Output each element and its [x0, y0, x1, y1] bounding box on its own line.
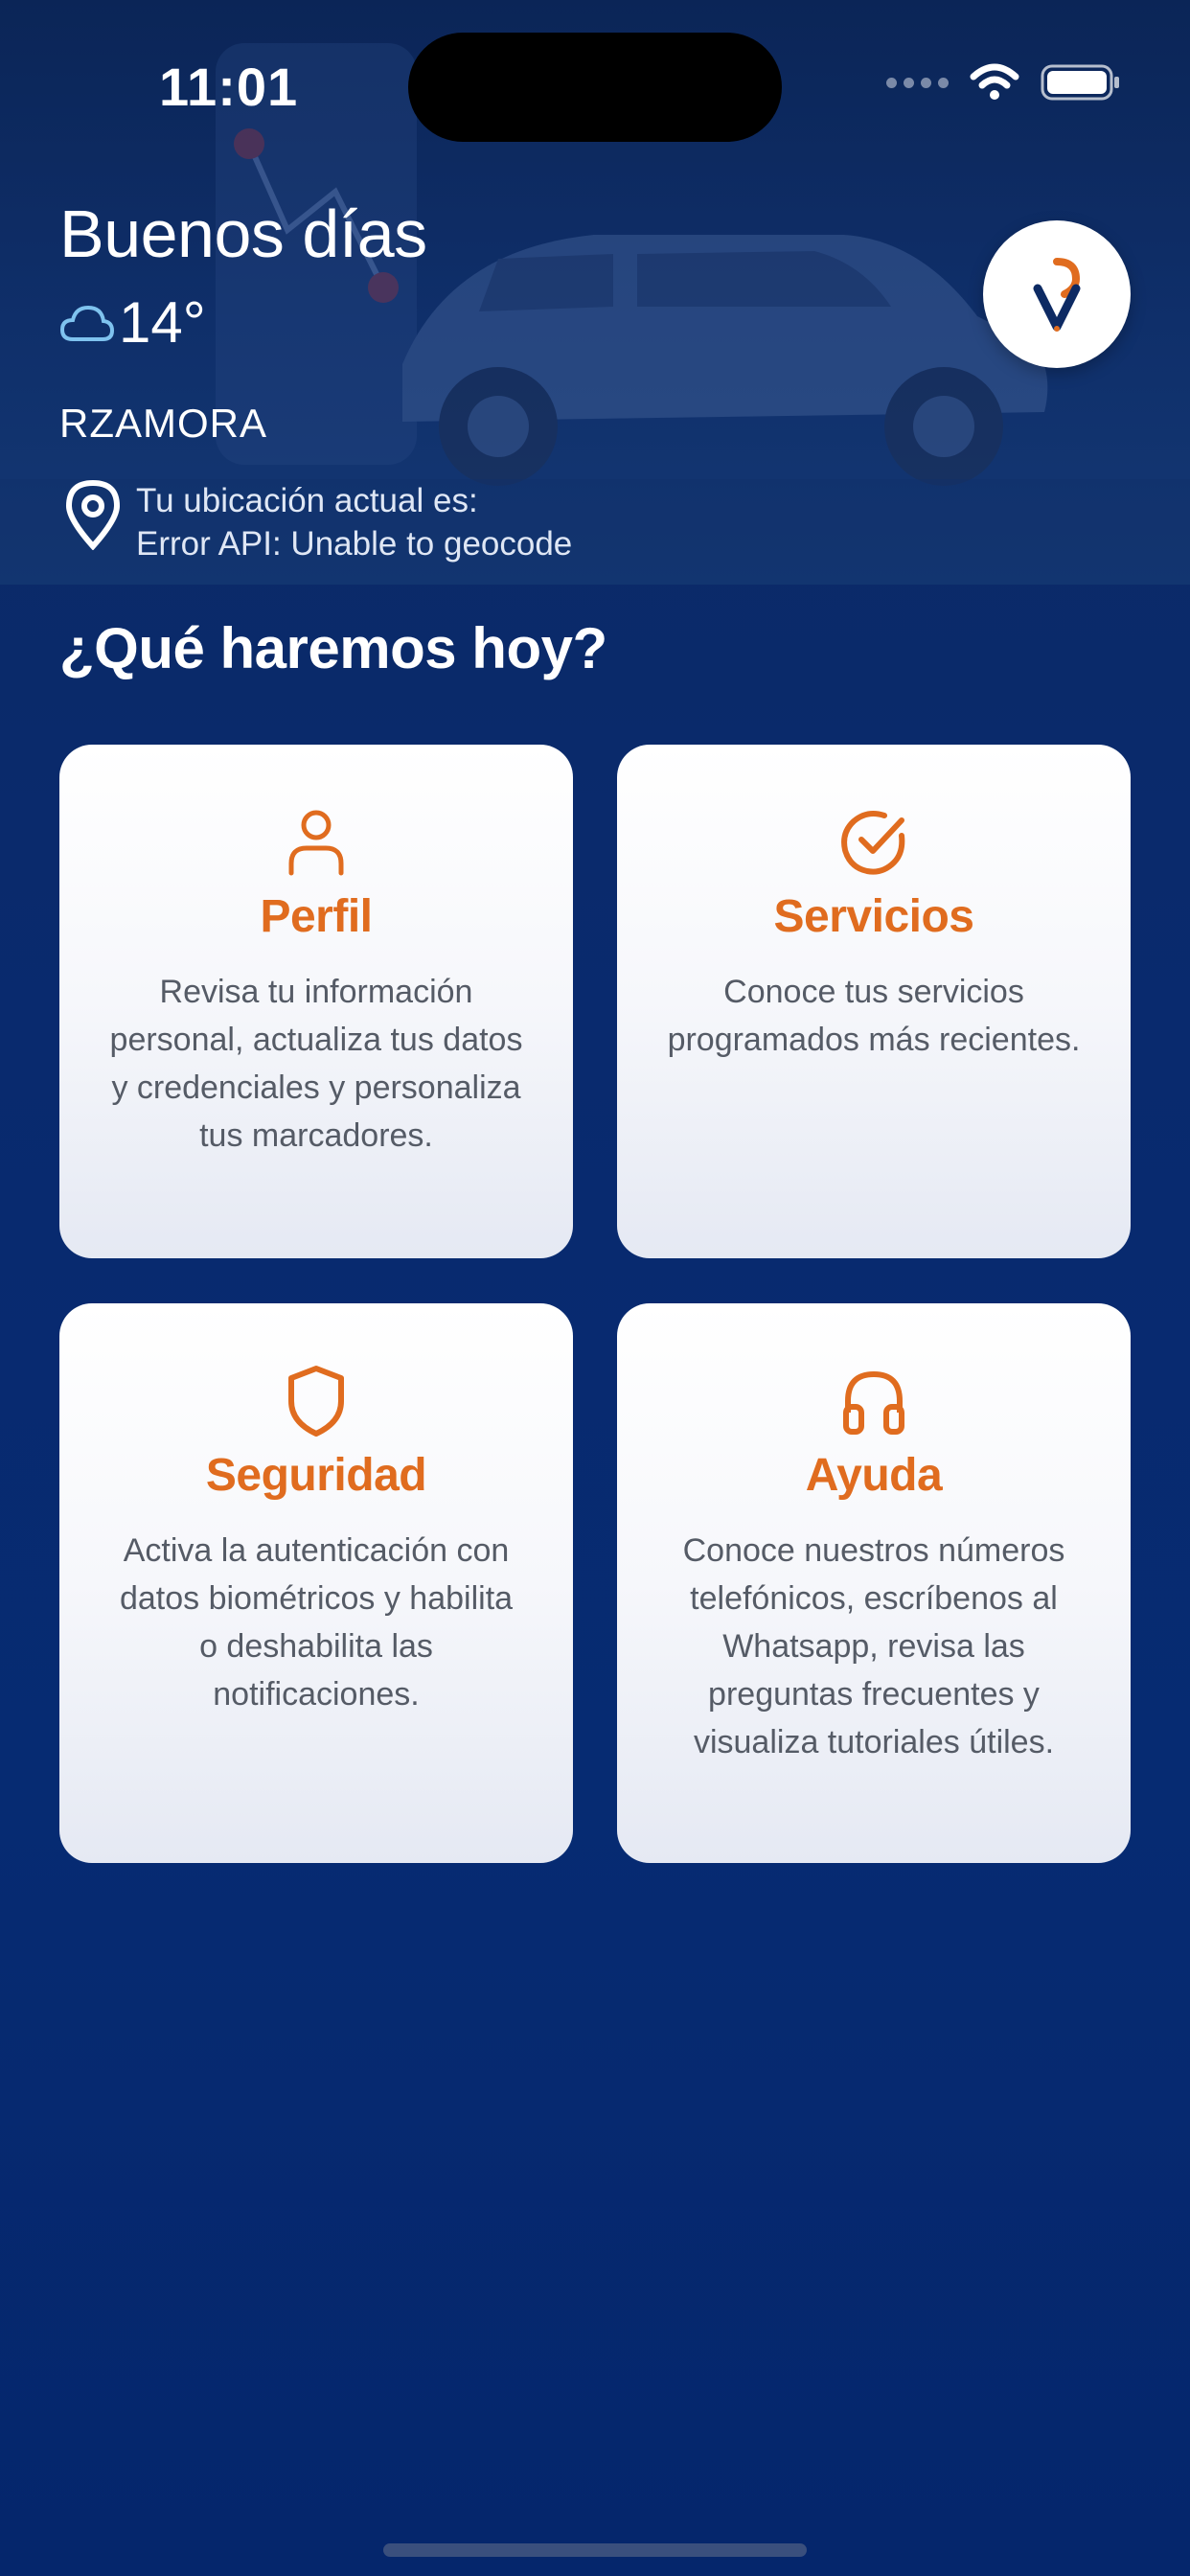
- wifi-icon: [970, 63, 1019, 100]
- dynamic-island: [408, 33, 782, 142]
- check-circle-icon: [841, 811, 905, 875]
- card-servicios[interactable]: Servicios Conoce tus servicios programad…: [617, 745, 1131, 1258]
- battery-icon: [1041, 64, 1119, 101]
- card-title: Perfil: [260, 891, 373, 942]
- card-description: Activa la autenticación con datos biomét…: [119, 1532, 514, 1713]
- card-title: Ayuda: [805, 1450, 943, 1501]
- location-pin-icon: [65, 479, 121, 550]
- home-indicator[interactable]: [383, 2543, 807, 2557]
- card-description: Conoce nuestros números telefónicos, esc…: [682, 1532, 1065, 1760]
- status-time: 11:01: [159, 57, 299, 117]
- shield-icon: [288, 1366, 344, 1437]
- greeting: Buenos días: [59, 196, 427, 271]
- weather: 14°: [59, 289, 206, 356]
- card-seguridad[interactable]: Seguridad Activa la autenticación con da…: [59, 1303, 573, 1863]
- card-title: Servicios: [773, 891, 974, 942]
- header-hero: 11:01 Buenos días 14° RZAMORA Tu ubicaci…: [0, 0, 1190, 585]
- app-logo-icon: [1033, 258, 1081, 332]
- username: RZAMORA: [59, 401, 267, 446]
- cloud-icon: [59, 305, 115, 341]
- card-description: Revisa tu información personal, actualiz…: [109, 974, 523, 1154]
- card-perfil[interactable]: Perfil Revisa tu información personal, a…: [59, 745, 573, 1258]
- card-ayuda[interactable]: Ayuda Conoce nuestros números telefónico…: [617, 1303, 1131, 1863]
- current-location: Tu ubicación actual es: Error API: Unabl…: [63, 479, 572, 565]
- location-label: Tu ubicación actual es:: [136, 482, 478, 519]
- app-logo-button[interactable]: [983, 220, 1131, 368]
- headphones-icon: [843, 1370, 904, 1435]
- card-description: Conoce tus servicios programados más rec…: [667, 974, 1081, 1058]
- user-icon: [288, 810, 344, 876]
- section-title: ¿Qué haremos hoy?: [59, 616, 607, 680]
- temperature: 14°: [119, 290, 206, 355]
- card-title: Seguridad: [205, 1450, 427, 1501]
- location-value: Error API: Unable to geocode: [136, 525, 573, 563]
- cellular-signal-icon: [886, 77, 949, 88]
- status-icons: [886, 63, 1121, 102]
